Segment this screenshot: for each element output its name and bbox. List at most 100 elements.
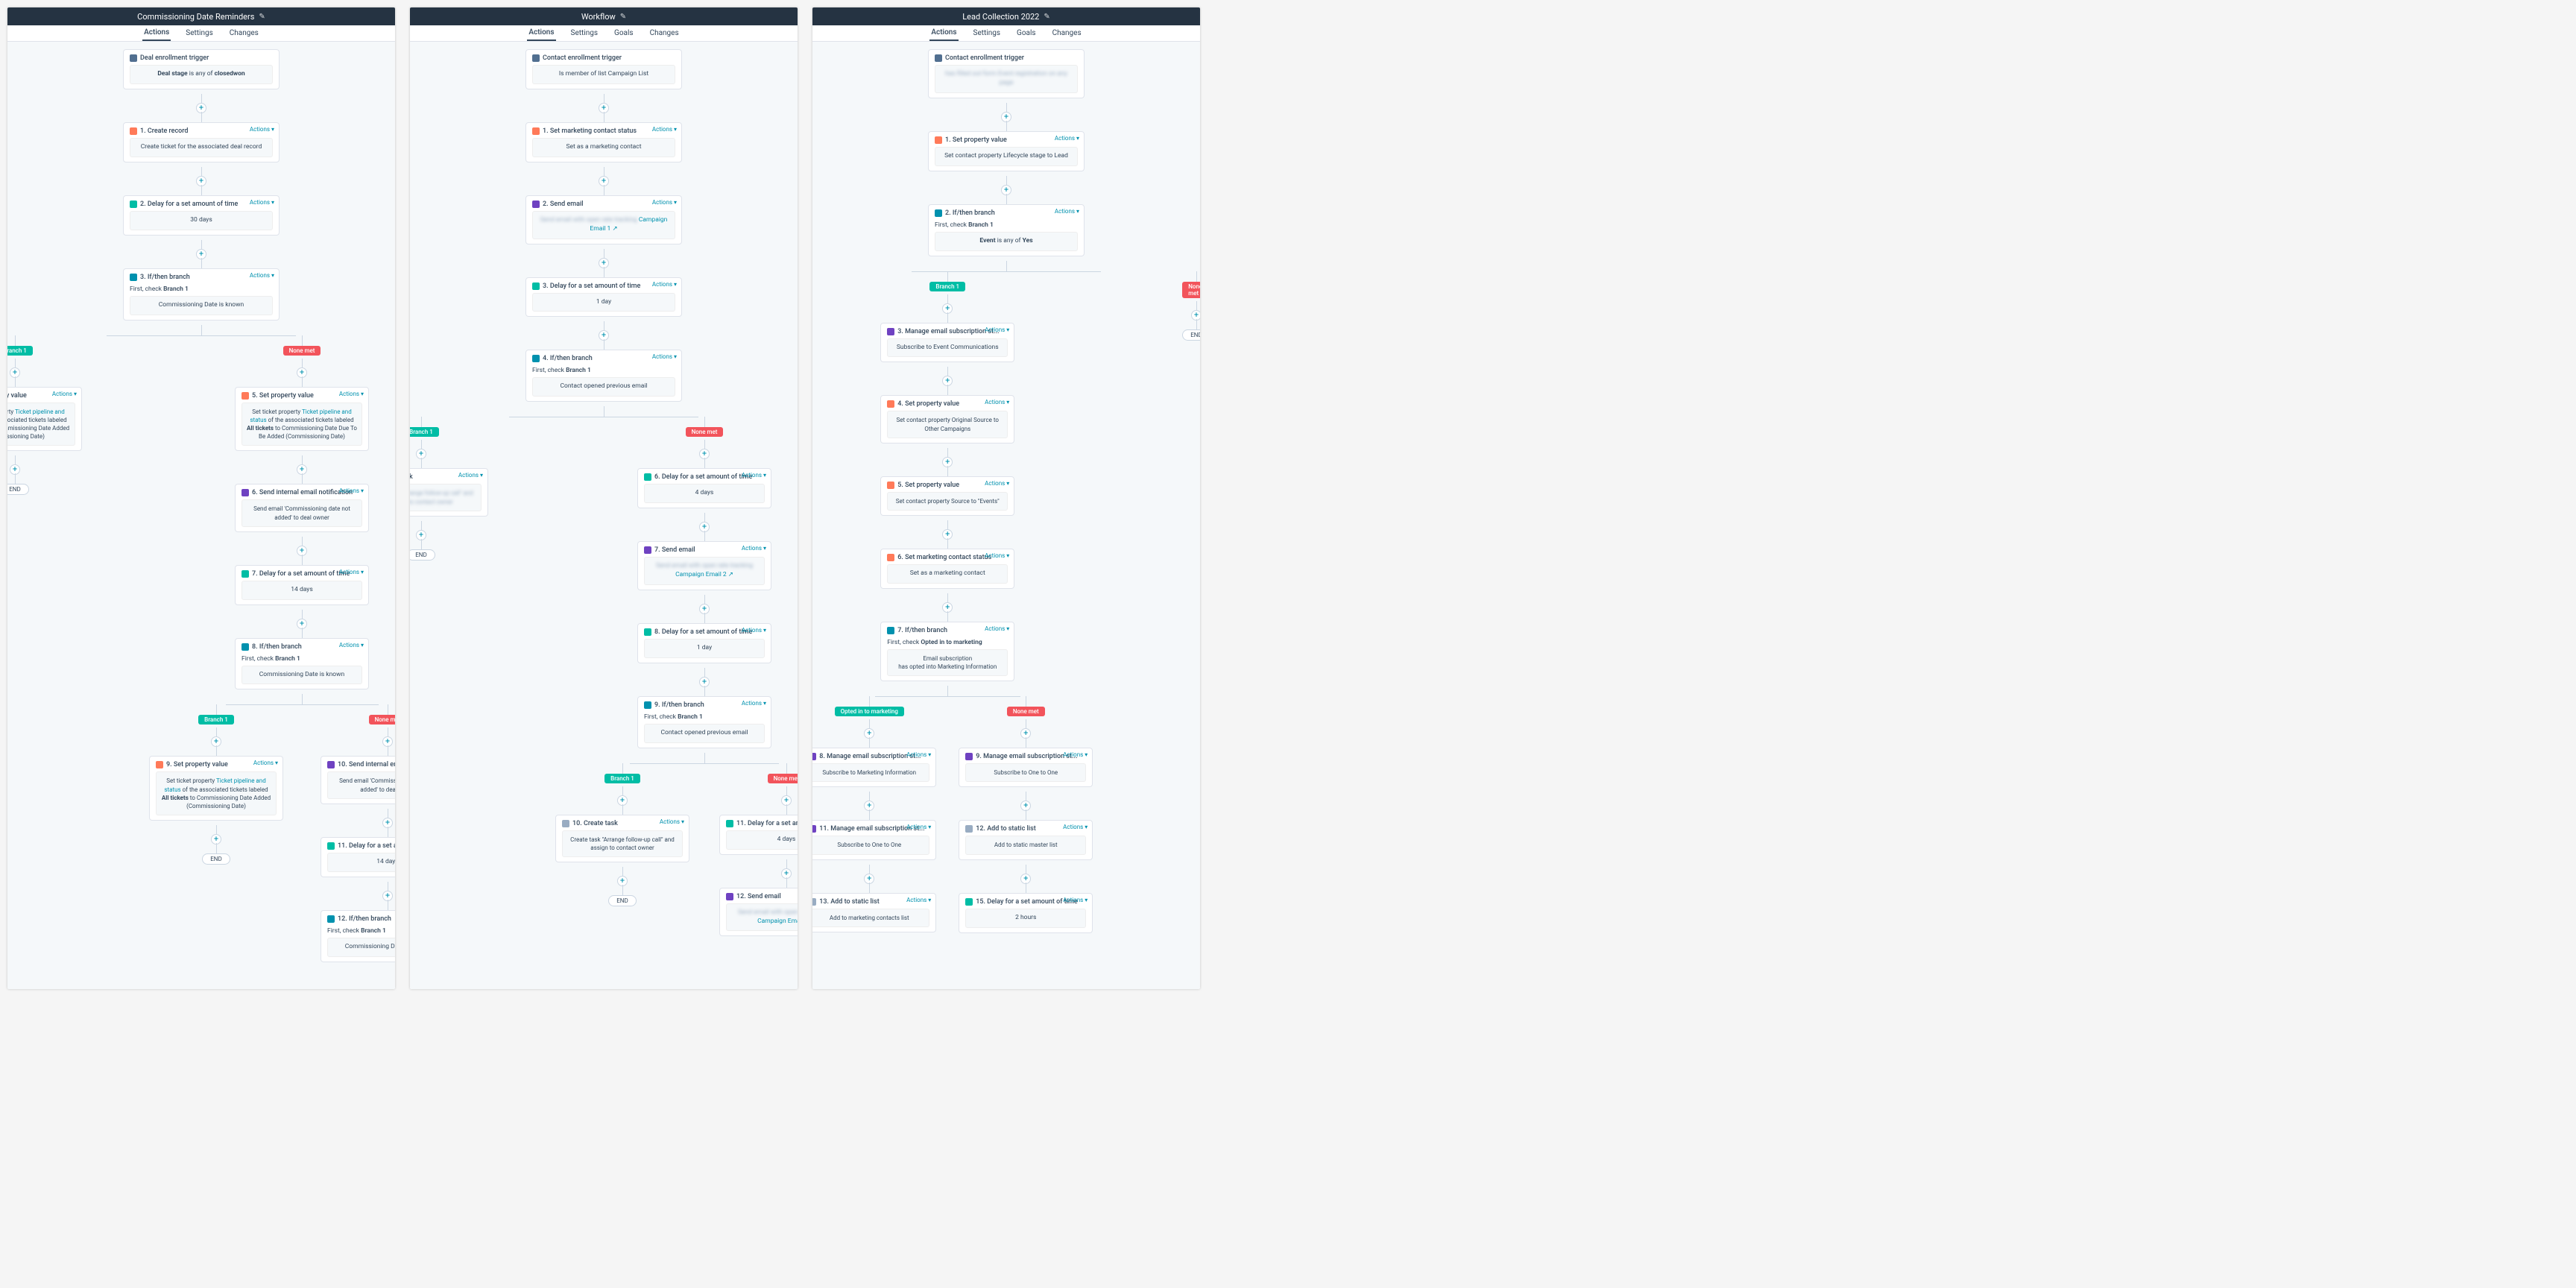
actions-menu[interactable]: Actions [652,126,677,133]
actions-menu[interactable]: Actions [339,391,364,397]
tab-changes[interactable]: Changes [228,26,260,40]
step-1[interactable]: 1. Set property value Actions Set contac… [928,131,1085,171]
canvas[interactable]: Contact enrollment trigger has filled ou… [812,42,1200,960]
step-3[interactable]: 3. Delay for a set amount of time Action… [525,277,682,318]
actions-menu[interactable]: Actions [742,472,766,479]
actions-menu[interactable]: Actions [906,824,931,830]
actions-menu[interactable]: Actions [906,897,931,903]
step-5[interactable]: 5. Set property value Actions Set ticket… [235,387,369,452]
actions-menu[interactable]: Actions [253,760,278,766]
step-10[interactable]: 10. Send internal email notification Act… [321,756,395,804]
tab-goals[interactable]: Goals [1015,26,1038,40]
actions-menu[interactable]: Actions [339,569,364,575]
step-11[interactable]: 11. Delay for a set amount of time Actio… [321,837,395,877]
step-12[interactable]: 12. Send email Actions Send email with o… [719,888,798,937]
tab-changes[interactable]: Changes [1051,26,1083,40]
tab-actions[interactable]: Actions [929,25,958,41]
step-4[interactable]: 4. If/then branch Actions First, check B… [525,350,682,402]
actions-menu[interactable]: Actions [339,642,364,648]
actions-menu[interactable]: Actions [742,545,766,552]
actions-menu[interactable]: Actions [985,480,1009,487]
step-15[interactable]: 15. Delay for a set amount of time Actio… [959,893,1093,933]
step-9[interactable]: 9. Manage email subscription st... Actio… [959,748,1093,787]
step-6[interactable]: 6. Set marketing contact status Actions … [880,549,1014,589]
actions-menu[interactable]: Actions [458,472,483,479]
step-8[interactable]: 8. Delay for a set amount of time Action… [637,623,771,663]
tab-changes[interactable]: Changes [648,26,681,40]
actions-menu[interactable]: Actions [660,818,684,825]
step-8[interactable]: 8. Manage email subscription st... Actio… [812,748,936,787]
actions-menu[interactable]: Actions [985,625,1009,632]
actions-menu[interactable]: Actions [906,751,931,758]
step-6[interactable]: 6. Send internal email notification Acti… [235,484,369,531]
branch1-pill[interactable]: Branch 1 [7,346,33,356]
step-2[interactable]: 2. If/then branch Actions First, check B… [928,204,1085,256]
step-2[interactable]: 2. Delay for a set amount of time Action… [123,195,280,236]
tab-goals[interactable]: Goals [613,26,635,40]
nonemet-pill[interactable]: None met [1182,282,1200,298]
step-12[interactable]: 12. Add to static list Actions Add to st… [959,820,1093,859]
branch1-pill[interactable]: Branch 1 [410,427,439,437]
step-9[interactable]: 9. Set property value Actions Set ticket… [149,756,283,821]
nonemet-pill[interactable]: None met [283,346,321,356]
actions-menu[interactable]: Actions [985,326,1009,333]
edit-icon[interactable]: ✎ [620,13,626,21]
step-4[interactable]: 4. Set property value Actions Set ticket… [7,387,82,452]
tab-actions[interactable]: Actions [142,25,171,41]
branch1-pill[interactable]: Branch 1 [604,774,640,783]
actions-menu[interactable]: Actions [742,700,766,707]
tab-actions[interactable]: Actions [527,25,555,41]
actions-menu[interactable]: Actions [1055,208,1079,215]
actions-menu[interactable]: Actions [1063,751,1087,758]
step-7[interactable]: 7. Send email Actions Send email with op… [637,541,771,590]
edit-icon[interactable]: ✎ [1044,13,1049,21]
step-1[interactable]: 1. Set marketing contact status Actions … [525,122,682,162]
canvas[interactable]: Deal enrollment trigger Deal stage is an… [7,42,395,989]
step-10[interactable]: 10. Create task Actions Create task "Arr… [555,815,689,862]
step-7[interactable]: 7. Delay for a set amount of time Action… [235,565,369,605]
step-5[interactable]: 5. Create task Actions Create task "Arra… [410,468,488,516]
branch1-pill[interactable]: Branch 1 [929,282,965,291]
step-5[interactable]: 5. Set property value Actions Set contac… [880,476,1014,516]
tab-settings[interactable]: Settings [184,26,215,40]
actions-menu[interactable]: Actions [52,391,77,397]
step-3[interactable]: 3. Manage email subscription st... Actio… [880,323,1014,363]
tab-settings[interactable]: Settings [569,26,600,40]
actions-menu[interactable]: Actions [1055,135,1079,142]
tab-settings[interactable]: Settings [972,26,1003,40]
step-2[interactable]: 2. Send email Actions Send email with op… [525,195,682,244]
actions-menu[interactable]: Actions [1063,897,1087,903]
actions-menu[interactable]: Actions [652,353,677,360]
nonemet-pill[interactable]: None met [369,715,395,724]
step-12[interactable]: 12. If/then branch Actions First, check … [321,910,395,962]
actions-menu[interactable]: Actions [985,399,1009,405]
step-7[interactable]: 7. If/then branch Actions First, check O… [880,622,1014,681]
step-9[interactable]: 9. If/then branch Actions First, check B… [637,696,771,748]
step-4[interactable]: 4. Set property value Actions Set contac… [880,395,1014,443]
nonemet-pill[interactable]: None met [1007,707,1045,716]
step-13[interactable]: 13. Add to static list Actions Add to ma… [812,893,936,932]
step-8[interactable]: 8. If/then branch Actions First, check B… [235,638,369,690]
actions-menu[interactable]: Actions [1063,824,1087,830]
actions-menu[interactable]: Actions [250,272,274,279]
canvas[interactable]: Contact enrollment trigger Is member of … [410,42,798,963]
actions-menu[interactable]: Actions [652,199,677,206]
trigger-card[interactable]: Contact enrollment trigger Is member of … [525,49,682,89]
opted-pill[interactable]: Opted in to marketing [835,707,904,716]
trigger-card[interactable]: Deal enrollment trigger Deal stage is an… [123,49,280,89]
actions-menu[interactable]: Actions [339,487,364,494]
step-11[interactable]: 11. Delay for a set amount of time Actio… [719,815,798,855]
step-6[interactable]: 6. Delay for a set amount of time Action… [637,468,771,508]
actions-menu[interactable]: Actions [742,627,766,634]
step-1[interactable]: 1. Create record Actions Create ticket f… [123,122,280,162]
actions-menu[interactable]: Actions [652,281,677,288]
actions-menu[interactable]: Actions [985,552,1009,559]
trigger-card[interactable]: Contact enrollment trigger has filled ou… [928,49,1085,98]
nonemet-pill[interactable]: None met [768,774,798,783]
step-3[interactable]: 3. If/then branch Actions First, check B… [123,268,280,321]
nonemet-pill[interactable]: None met [686,427,724,437]
edit-icon[interactable]: ✎ [259,13,265,21]
actions-menu[interactable]: Actions [250,199,274,206]
step-11[interactable]: 11. Manage email subscription st... Acti… [812,820,936,859]
branch1-pill[interactable]: Branch 1 [198,715,234,724]
